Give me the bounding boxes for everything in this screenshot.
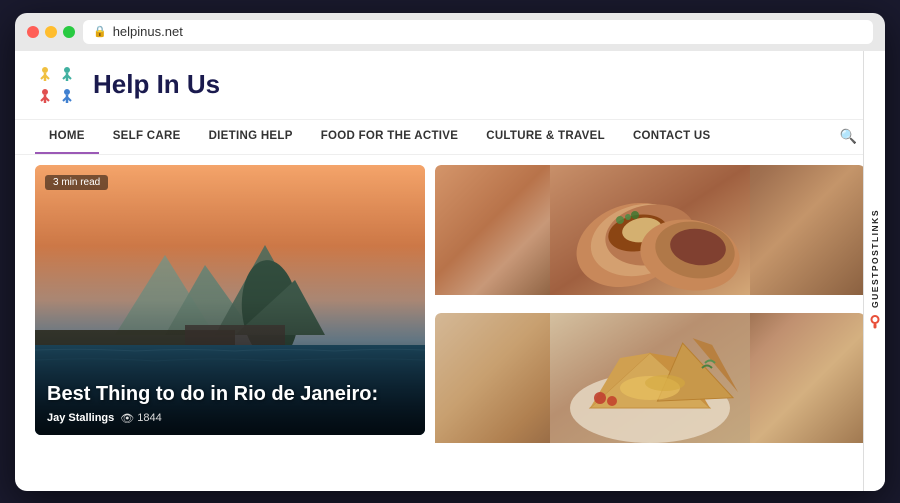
nav-culture-travel[interactable]: CULTURE & TRAVEL bbox=[472, 120, 619, 154]
nav-dieting-help[interactable]: DIETING HELP bbox=[195, 120, 307, 154]
article-list: Mission Food Company Introduces Low Carb… bbox=[435, 165, 865, 453]
lock-icon: 🔒 bbox=[93, 25, 107, 38]
featured-author-info: Jay Stallings 👁 1844 bbox=[47, 412, 413, 425]
address-bar[interactable]: 🔒 helpinus.net bbox=[83, 20, 873, 44]
wraps-image bbox=[435, 165, 865, 295]
main-content: 3 min read Best Thing to do in Rio de Ja… bbox=[15, 155, 885, 463]
featured-card-content: Best Thing to do in Rio de Janeiro: Jay … bbox=[47, 382, 413, 425]
article-card-content-1: Mission Food Company Introduces Low Carb… bbox=[435, 295, 865, 305]
guestpost-sidebar[interactable]: GUESTPOSTLINKS bbox=[863, 51, 885, 491]
url-text: helpinus.net bbox=[113, 24, 183, 39]
guestpost-label: GUESTPOSTLINKS bbox=[870, 209, 880, 308]
close-button[interactable] bbox=[27, 26, 39, 38]
article-card-content-2: The Secret to Healthy Quesadillas Jay St… bbox=[435, 443, 865, 453]
article-card-wraps[interactable]: Mission Food Company Introduces Low Carb… bbox=[435, 165, 865, 305]
guestpost-icon bbox=[868, 313, 882, 332]
eye-icon: 👁 bbox=[120, 412, 134, 425]
browser-toolbar: 🔒 helpinus.net bbox=[15, 13, 885, 51]
nav-home[interactable]: HOME bbox=[35, 120, 99, 154]
read-time-badge: 3 min read bbox=[45, 175, 108, 190]
maximize-button[interactable] bbox=[63, 26, 75, 38]
website-content: Help In Us HOME SELF CARE DIETING HELP F… bbox=[15, 51, 885, 491]
nav-food-active[interactable]: FOOD FOR THE ACTIVE bbox=[307, 120, 473, 154]
minimize-button[interactable] bbox=[45, 26, 57, 38]
nav-contact[interactable]: CONTACT US bbox=[619, 120, 725, 154]
site-header: Help In Us bbox=[15, 51, 885, 120]
site-navigation: HOME SELF CARE DIETING HELP FOOD FOR THE… bbox=[15, 120, 885, 155]
site-logo[interactable] bbox=[35, 63, 79, 107]
window-controls bbox=[27, 26, 75, 38]
featured-title: Best Thing to do in Rio de Janeiro: bbox=[47, 382, 413, 406]
browser-window: 🔒 helpinus.net bbox=[15, 13, 885, 491]
nav-self-care[interactable]: SELF CARE bbox=[99, 120, 195, 154]
quesadilla-image bbox=[435, 313, 865, 443]
site-title: Help In Us bbox=[93, 69, 220, 100]
featured-article-card[interactable]: 3 min read Best Thing to do in Rio de Ja… bbox=[35, 165, 425, 435]
article-card-quesadillas[interactable]: The Secret to Healthy Quesadillas Jay St… bbox=[435, 313, 865, 453]
article-title-2: The Secret to Healthy Quesadillas bbox=[445, 451, 855, 453]
search-icon[interactable]: 🔍 bbox=[832, 120, 865, 153]
article-title-1: Mission Food Company Introduces Low Carb… bbox=[445, 303, 855, 305]
featured-author-name: Jay Stallings bbox=[47, 412, 114, 424]
featured-views: 👁 1844 bbox=[120, 412, 161, 425]
